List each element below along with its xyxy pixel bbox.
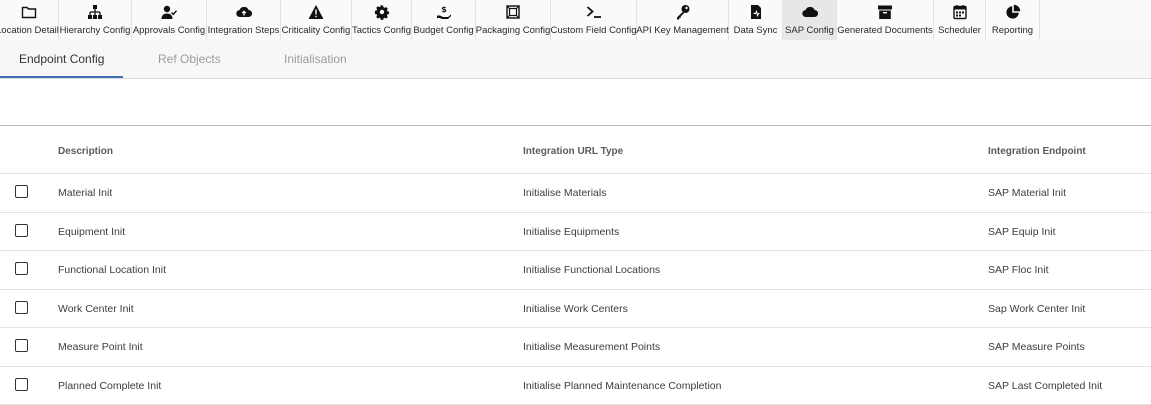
gear-icon — [373, 3, 391, 21]
column-header-url-type[interactable]: Integration URL Type — [523, 146, 623, 157]
calendar-icon — [951, 3, 969, 21]
nav-label: Reporting — [992, 25, 1033, 36]
warning-icon — [307, 3, 325, 21]
table-row[interactable]: Work Center Init Initialise Work Centers… — [0, 290, 1151, 329]
cloud-upload-icon — [235, 3, 253, 21]
cell-url-type: Initialise Planned Maintenance Completio… — [523, 380, 721, 392]
nav-label: Packaging Config — [476, 25, 550, 36]
nav-item-reporting[interactable]: Reporting — [986, 0, 1040, 40]
table-header: Description Integration URL Type Integra… — [0, 126, 1151, 174]
row-checkbox[interactable] — [15, 378, 28, 391]
row-checkbox[interactable] — [15, 224, 28, 237]
cell-endpoint: SAP Measure Points — [988, 341, 1085, 353]
nav-label: Scheduler — [938, 25, 981, 36]
nav-label: Approvals Config — [133, 25, 205, 36]
nav-item-data-sync[interactable]: Data Sync — [729, 0, 783, 40]
nav-item-integration-steps[interactable]: Integration Steps — [207, 0, 281, 40]
cell-description: Work Center Init — [58, 303, 134, 315]
top-navigation: Location Detail Hierarchy Config Approva… — [0, 0, 1151, 41]
folder-icon — [20, 3, 38, 21]
table-row[interactable]: Measure Point Init Initialise Measuremen… — [0, 328, 1151, 367]
cloud-icon — [801, 3, 819, 21]
svg-text:$: $ — [441, 5, 447, 14]
toolbar-area — [0, 79, 1151, 126]
nav-item-custom-field-config[interactable]: Custom Field Config — [551, 0, 637, 40]
column-header-description[interactable]: Description — [58, 146, 113, 157]
nav-item-tactics-config[interactable]: Tactics Config — [352, 0, 412, 40]
nav-item-approvals-config[interactable]: Approvals Config — [132, 0, 207, 40]
hierarchy-icon — [86, 3, 104, 21]
nav-item-generated-documents[interactable]: Generated Documents — [837, 0, 934, 40]
nav-item-api-key-management[interactable]: API Key Management — [637, 0, 729, 40]
user-check-icon — [160, 3, 178, 21]
nav-item-packaging-config[interactable]: Packaging Config — [476, 0, 551, 40]
nav-label: Criticality Config — [282, 25, 351, 36]
cell-endpoint: Sap Work Center Init — [988, 303, 1085, 315]
tab-bar: Endpoint Config Ref Objects Initialisati… — [0, 40, 1151, 79]
cell-url-type: Initialise Work Centers — [523, 303, 628, 315]
table-row[interactable]: Functional Location Init Initialise Func… — [0, 251, 1151, 290]
table-row[interactable]: Material Init Initialise Materials SAP M… — [0, 174, 1151, 213]
row-checkbox[interactable] — [15, 262, 28, 275]
archive-icon — [876, 3, 894, 21]
nav-item-scheduler[interactable]: Scheduler — [934, 0, 986, 40]
row-checkbox[interactable] — [15, 301, 28, 314]
column-header-endpoint[interactable]: Integration Endpoint — [988, 146, 1086, 157]
cell-description: Material Init — [58, 187, 112, 199]
nav-label: Budget Config — [413, 25, 473, 36]
nav-label: Tactics Config — [352, 25, 411, 36]
nav-label: API Key Management — [636, 25, 728, 36]
cell-description: Planned Complete Init — [58, 380, 161, 392]
table-row[interactable]: Planned Complete Init Initialise Planned… — [0, 367, 1151, 405]
nav-label: Custom Field Config — [550, 25, 636, 36]
row-checkbox[interactable] — [15, 185, 28, 198]
tab-initialisation[interactable]: Initialisation — [284, 40, 347, 78]
cell-description: Measure Point Init — [58, 341, 143, 353]
cell-url-type: Initialise Functional Locations — [523, 264, 660, 276]
cell-endpoint: SAP Last Completed Init — [988, 380, 1102, 392]
file-sync-icon — [747, 3, 765, 21]
cell-description: Functional Location Init — [58, 264, 166, 276]
hand-dollar-icon: $ — [435, 3, 453, 21]
tab-ref-objects[interactable]: Ref Objects — [158, 40, 221, 78]
cell-endpoint: SAP Floc Init — [988, 264, 1049, 276]
terminal-icon — [585, 3, 603, 21]
package-icon — [504, 3, 522, 21]
cell-description: Equipment Init — [58, 226, 125, 238]
row-checkbox[interactable] — [15, 339, 28, 352]
table-row[interactable]: Equipment Init Initialise Equipments SAP… — [0, 213, 1151, 252]
nav-label: Integration Steps — [208, 25, 280, 36]
nav-label: Data Sync — [734, 25, 778, 36]
nav-label: Location Detail — [0, 25, 59, 36]
cell-endpoint: SAP Material Init — [988, 187, 1066, 199]
nav-label: SAP Config — [785, 25, 834, 36]
key-icon — [674, 3, 692, 21]
nav-item-sap-config[interactable]: SAP Config — [783, 0, 837, 40]
cell-url-type: Initialise Measurement Points — [523, 341, 660, 353]
cell-url-type: Initialise Materials — [523, 187, 606, 199]
nav-item-location-detail[interactable]: Location Detail — [0, 0, 59, 40]
pie-chart-icon — [1004, 3, 1022, 21]
cell-url-type: Initialise Equipments — [523, 226, 619, 238]
nav-label: Generated Documents — [837, 25, 933, 36]
endpoint-table: Description Integration URL Type Integra… — [0, 126, 1151, 405]
tab-endpoint-config[interactable]: Endpoint Config — [0, 40, 123, 78]
nav-item-criticality-config[interactable]: Criticality Config — [281, 0, 352, 40]
nav-item-hierarchy-config[interactable]: Hierarchy Config — [59, 0, 132, 40]
nav-label: Hierarchy Config — [60, 25, 131, 36]
cell-endpoint: SAP Equip Init — [988, 226, 1056, 238]
nav-item-budget-config[interactable]: $ Budget Config — [412, 0, 476, 40]
